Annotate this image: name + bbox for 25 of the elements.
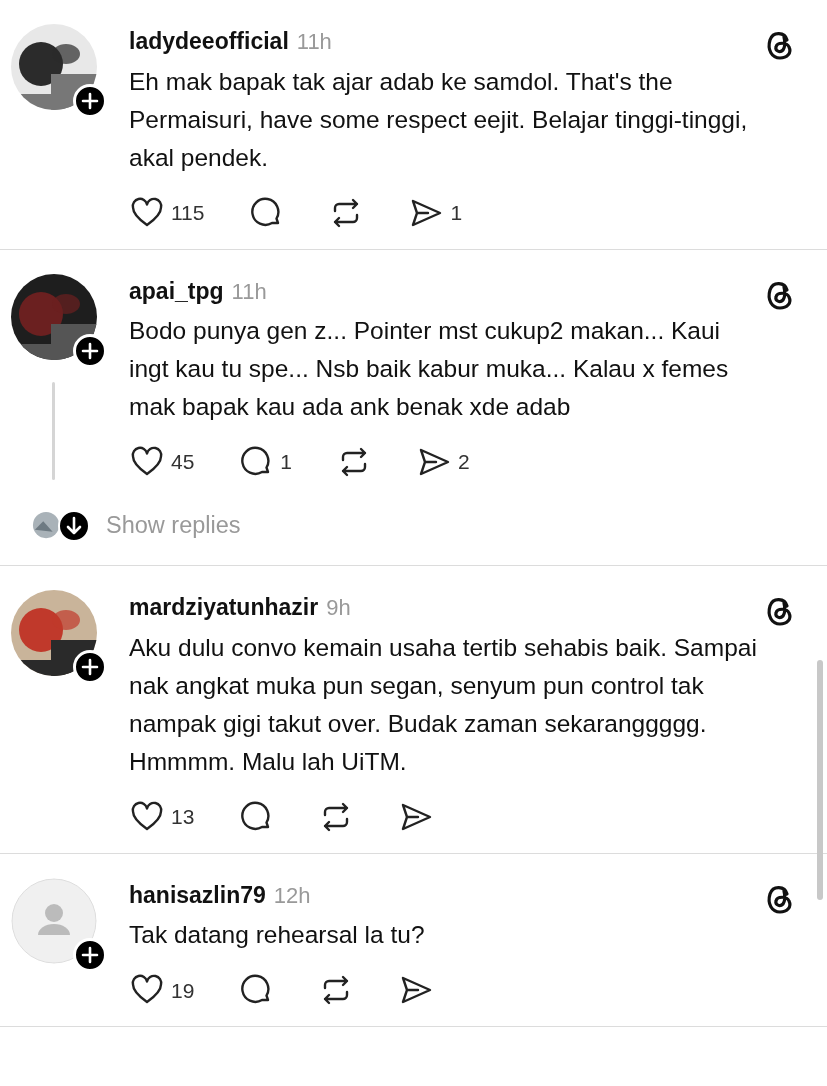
like-button[interactable]: 45 [129,444,195,480]
follow-plus-icon[interactable] [72,84,107,118]
arrow-down-icon [58,509,90,542]
post-text: Tak datang rehearsal la tu? [129,920,426,951]
post-text: Bodo punya gen z... Pointer mst cukup2 makan... Kaui ingt kau tu spe... Nsb baik kabur muka... Kalau x femes mak bapak kau ada ank benak xde adab [129,316,730,422]
username[interactable]: ladydeeofficial [129,28,289,54]
post-text: Eh mak bapak tak ajar adab ke samdol. That's the Permaisuri, have some respect eejit. Belajar tinggi-tinggi, akal pendek. [129,66,749,173]
follow-plus-icon[interactable] [72,937,107,972]
reply-button[interactable]: 1 [238,444,293,480]
post-text: Aku dulu convo kemain usaha tertib sehabis baik. Sampai nak angkat muka pun segan, senyum pun control tak nampak gigi takut over. Budak zaman sekaranggggg. Hmmmm. Malu lah UiTM. [129,632,757,777]
timestamp: 12h [273,882,311,908]
timestamp: 9h [326,595,351,621]
follow-plus-icon[interactable] [72,333,107,368]
username[interactable]: mardziyatunhazir [129,594,319,621]
timestamp: 11h [296,29,332,54]
default-avatar-icon [10,877,97,964]
timestamp: 11h [231,278,267,304]
share-button[interactable]: 1 [408,194,463,231]
like-button[interactable]: 115 [129,194,205,231]
like-button[interactable]: 13 [129,798,195,835]
share-button[interactable]: 2 [416,444,470,480]
scrollbar[interactable] [817,660,823,900]
username[interactable]: apai_tpg [129,277,224,304]
username[interactable]: hanisazlin79 [129,881,266,908]
like-button[interactable]: 19 [129,972,195,1009]
